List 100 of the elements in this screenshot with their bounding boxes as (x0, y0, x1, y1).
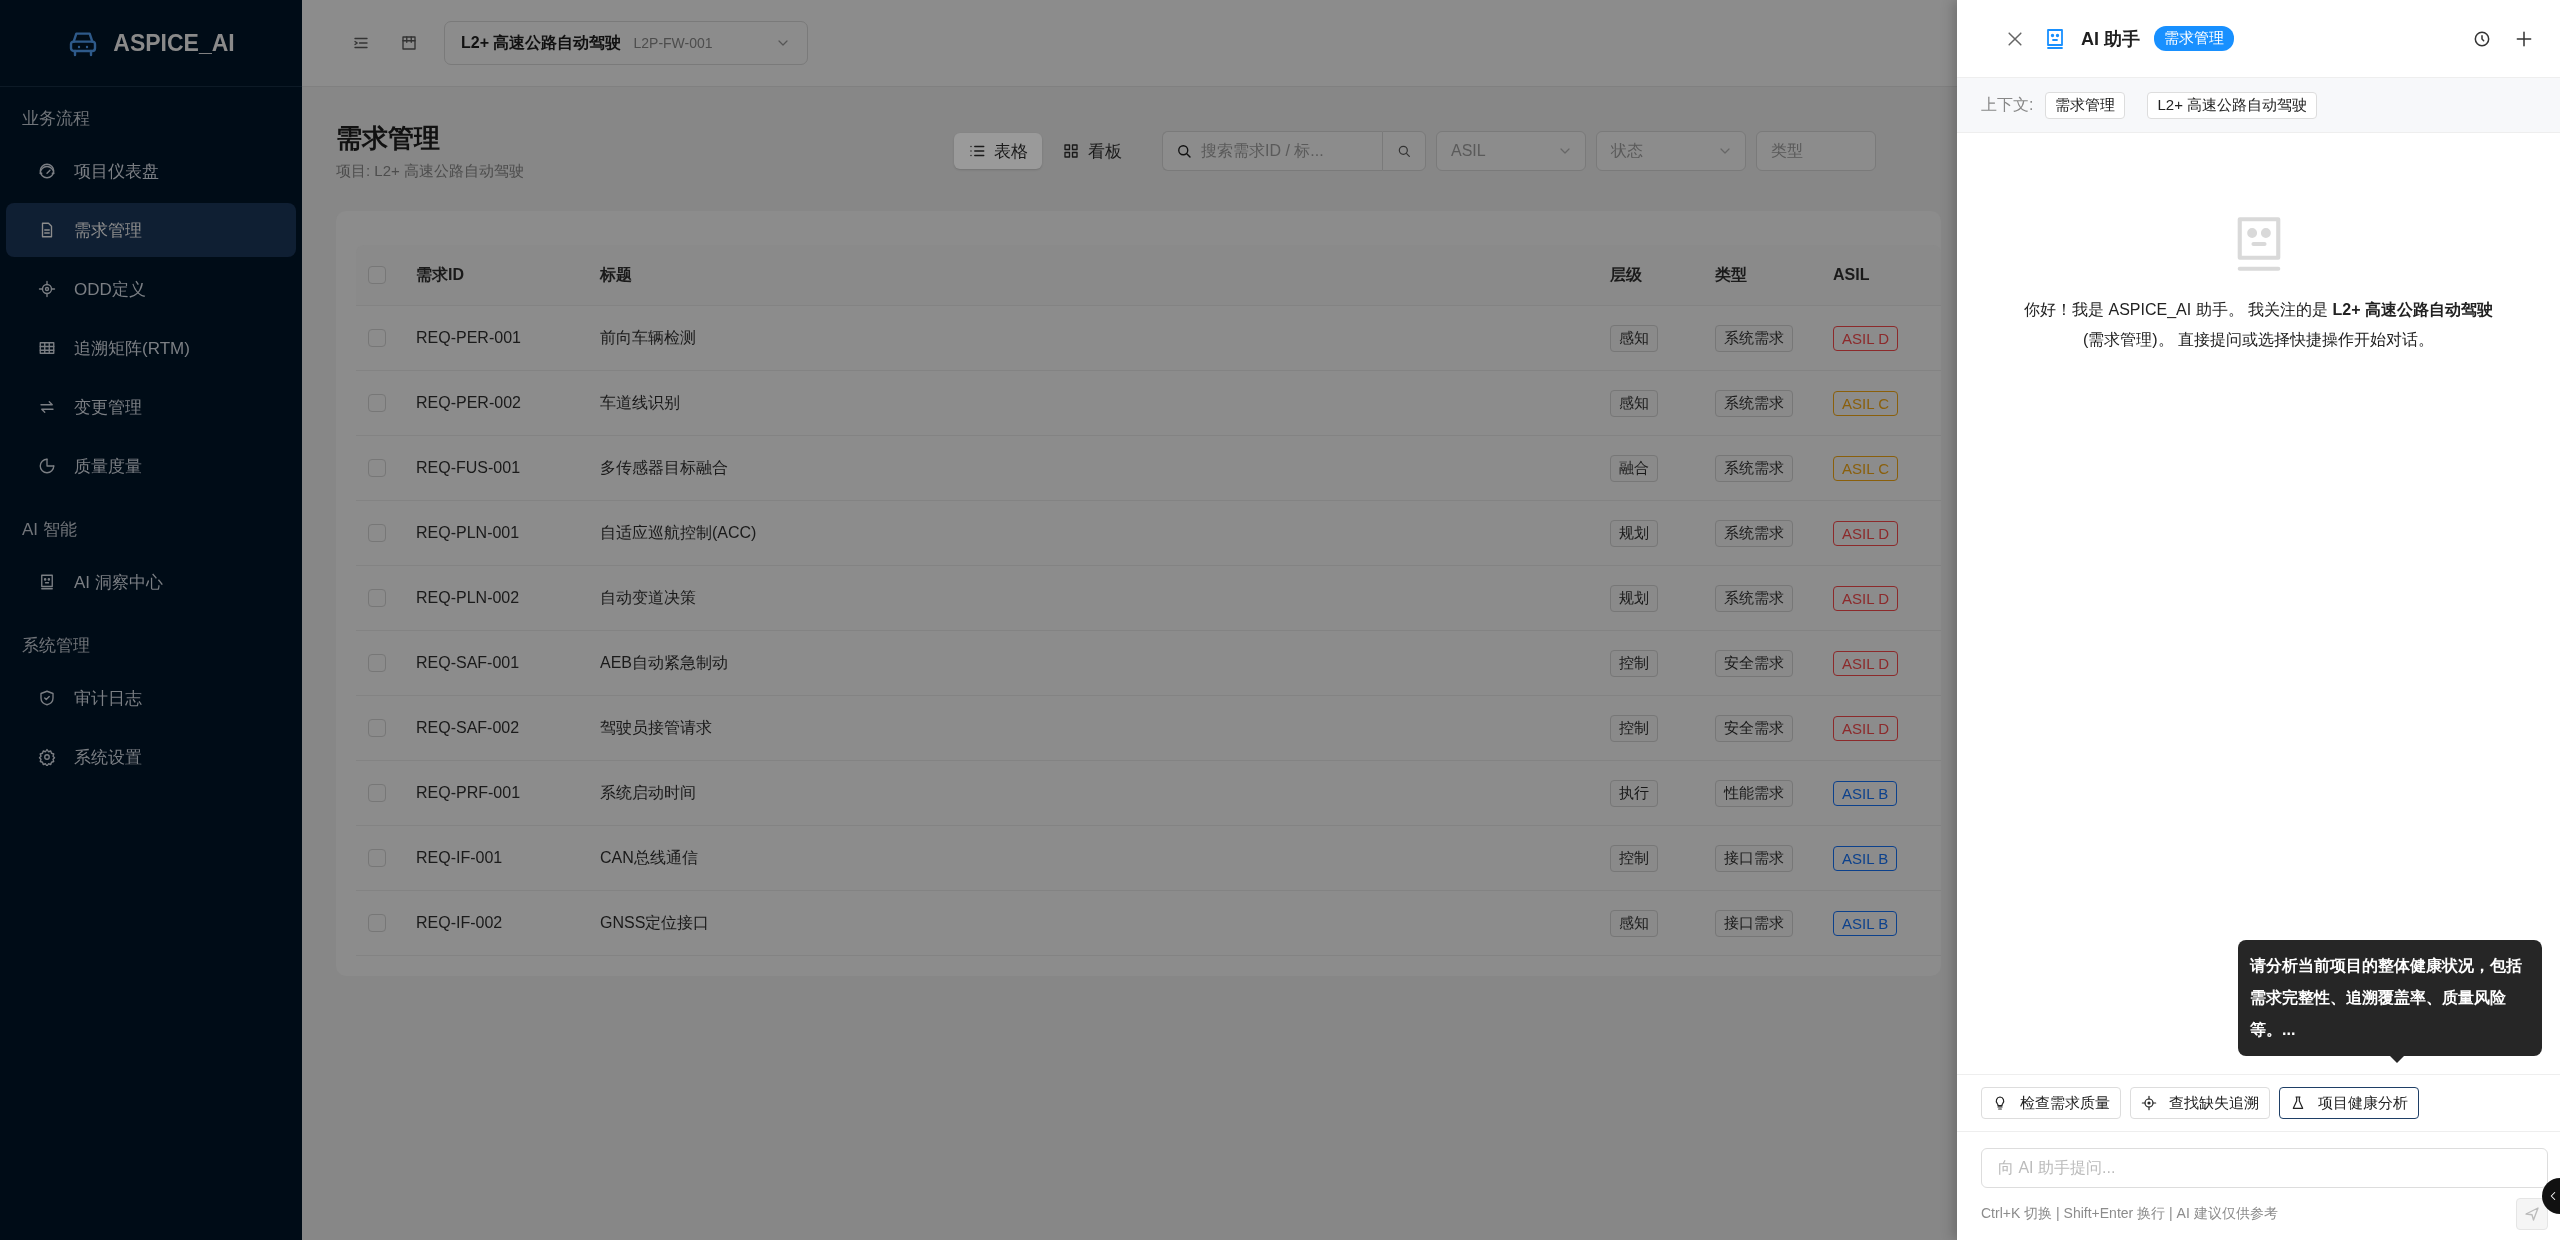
crosshair-icon (38, 280, 56, 298)
swap-icon (38, 398, 56, 416)
table-cell-text: 自动变道决策 (600, 587, 697, 608)
asil-tag: ASIL D (1833, 520, 1898, 546)
tier-tag: 融合 (1610, 454, 1658, 482)
hint-text: Ctrl+K 切换 | Shift+Enter 换行 | AI 建议仅供参考 (1981, 1205, 2279, 1223)
quick-action-button[interactable]: 项目健康分析 (2279, 1087, 2419, 1119)
view-tab[interactable]: 表格 (953, 133, 1042, 169)
asil-tag: ASIL D (1833, 715, 1898, 741)
panel-title: AI 助手 (2081, 27, 2140, 51)
section-heading: 系统管理 (21, 635, 91, 657)
asil-tag: ASIL D (1833, 585, 1898, 611)
app-logo: ASPICE_AI (113, 29, 235, 57)
sidebar-item[interactable]: 质量度量 (6, 439, 296, 493)
greeting-text: 你好！我是 ASPICE_AI 助手。 我关注的是 L2+ 高速公路自动驾驶 (需求管理)。 直接提问或选择快捷操作开始对话。 (2023, 300, 2494, 350)
quick-action-button[interactable]: 查找缺失追溯 (2130, 1087, 2270, 1119)
sidebar-item[interactable]: 项目仪表盘 (6, 144, 296, 198)
project-code: L2P-FW-001 (633, 35, 714, 51)
tier-tag: 感知 (1610, 389, 1658, 417)
type-tag: 安全需求 (1715, 714, 1793, 742)
table-cell-text: REQ-PLN-002 (416, 589, 521, 607)
type-tag: 接口需求 (1715, 844, 1793, 872)
context-label: 上下文: (1981, 94, 2034, 115)
page-title: 需求管理 (336, 122, 441, 155)
table-cell-text: REQ-PER-001 (416, 329, 522, 347)
tier-tag: 感知 (1610, 909, 1658, 937)
table-cell-text: AEB自动紧急制动 (600, 652, 729, 673)
asil-tag: ASIL D (1833, 325, 1898, 351)
tier-tag: 执行 (1610, 779, 1658, 807)
pie-chart-icon (38, 457, 56, 475)
table-cell-text: 多传感器目标融合 (600, 457, 729, 478)
sidebar-item[interactable]: 追溯矩阵(RTM) (6, 321, 296, 375)
table-cell-text: GNSS定位接口 (600, 912, 711, 933)
tier-tag: 控制 (1610, 844, 1658, 872)
table-icon (38, 339, 56, 357)
type-tag: 系统需求 (1715, 324, 1793, 352)
type-tag: 系统需求 (1715, 454, 1793, 482)
asil-tag: ASIL B (1833, 910, 1898, 936)
sidebar-item[interactable]: ODD定义 (6, 262, 296, 316)
project-name: L2+ 高速公路自动驾驶 (461, 32, 622, 53)
view-tab[interactable]: 看板 (1047, 133, 1136, 169)
gear-icon (38, 748, 56, 766)
robot-icon (38, 573, 56, 591)
sidebar-item[interactable]: 需求管理 (6, 203, 296, 257)
type-tag: 接口需求 (1715, 909, 1793, 937)
search-button[interactable] (1381, 131, 1426, 171)
table-cell-text: 自适应巡航控制(ACC) (600, 522, 758, 543)
tier-tag: 规划 (1610, 519, 1658, 547)
context-chip: L2+ 高速公路自动驾驶 (2147, 91, 2318, 119)
table-cell-text: 驾驶员接管请求 (600, 717, 713, 738)
asil-tag: ASIL C (1833, 455, 1898, 481)
type-tag: 系统需求 (1715, 389, 1793, 417)
tier-tag: 感知 (1610, 324, 1658, 352)
asil-tag: ASIL B (1833, 780, 1898, 806)
tier-tag: 控制 (1610, 649, 1658, 677)
board-icon (400, 34, 418, 52)
chat-input[interactable]: 向 AI 助手提问... (1981, 1148, 2548, 1188)
table-cell-text: 车道线识别 (600, 392, 681, 413)
sidebar-item[interactable]: 系统设置 (6, 730, 296, 784)
sidebar-item[interactable]: 审计日志 (6, 671, 296, 725)
tier-tag: 规划 (1610, 584, 1658, 612)
page-subtitle: 项目: L2+ 高速公路自动驾驶 (336, 162, 524, 181)
gauge-icon (38, 162, 56, 180)
tooltip-arrow (2390, 1056, 2404, 1063)
type-tag: 系统需求 (1715, 584, 1793, 612)
context-badge: 需求管理 (2154, 26, 2234, 51)
table-cell-text: 前向车辆检测 (600, 327, 697, 348)
section-heading: AI 智能 (21, 519, 78, 541)
column-header: 类型 (1715, 264, 1748, 285)
project-select[interactable]: L2+ 高速公路自动驾驶 L2P-FW-001 (444, 21, 808, 65)
table-cell-text: REQ-PLN-001 (416, 524, 521, 542)
quick-action-button[interactable]: 检查需求质量 (1981, 1087, 2121, 1119)
crosshair-icon (2141, 1095, 2157, 1111)
asil-tag: ASIL D (1833, 650, 1898, 676)
column-header: ASIL (1833, 266, 1871, 284)
grid-icon (1061, 142, 1080, 160)
sidebar-item[interactable]: 变更管理 (6, 380, 296, 434)
table-cell-text: REQ-IF-001 (416, 849, 504, 867)
type-tag: 性能需求 (1715, 779, 1793, 807)
tooltip: 请分析当前项目的整体健康状况，包括需求完整性、追溯覆盖率、质量风险等。... (2238, 940, 2542, 1056)
sidebar-item[interactable]: AI 洞察中心 (6, 555, 296, 609)
section-heading: 业务流程 (21, 108, 91, 130)
table-cell-text: REQ-FUS-001 (416, 459, 522, 477)
table-cell-text: REQ-SAF-001 (416, 654, 521, 672)
table-cell-text: REQ-SAF-002 (416, 719, 521, 737)
flask-icon (2290, 1095, 2306, 1111)
column-header: 标题 (600, 264, 633, 285)
column-header: 层级 (1610, 264, 1643, 285)
shield-icon (38, 689, 56, 707)
type-tag: 系统需求 (1715, 519, 1793, 547)
table-cell-text: CAN总线通信 (600, 847, 699, 868)
context-chip: 需求管理 (2045, 91, 2126, 119)
asil-tag: ASIL B (1833, 845, 1898, 871)
type-tag: 安全需求 (1715, 649, 1793, 677)
table-cell-text: REQ-PER-002 (416, 394, 522, 412)
send-icon (2523, 1205, 2541, 1223)
table-cell-text: 系统启动时间 (600, 782, 697, 803)
asil-tag: ASIL C (1833, 390, 1898, 416)
tier-tag: 控制 (1610, 714, 1658, 742)
table-cell-text: REQ-PRF-001 (416, 784, 522, 802)
